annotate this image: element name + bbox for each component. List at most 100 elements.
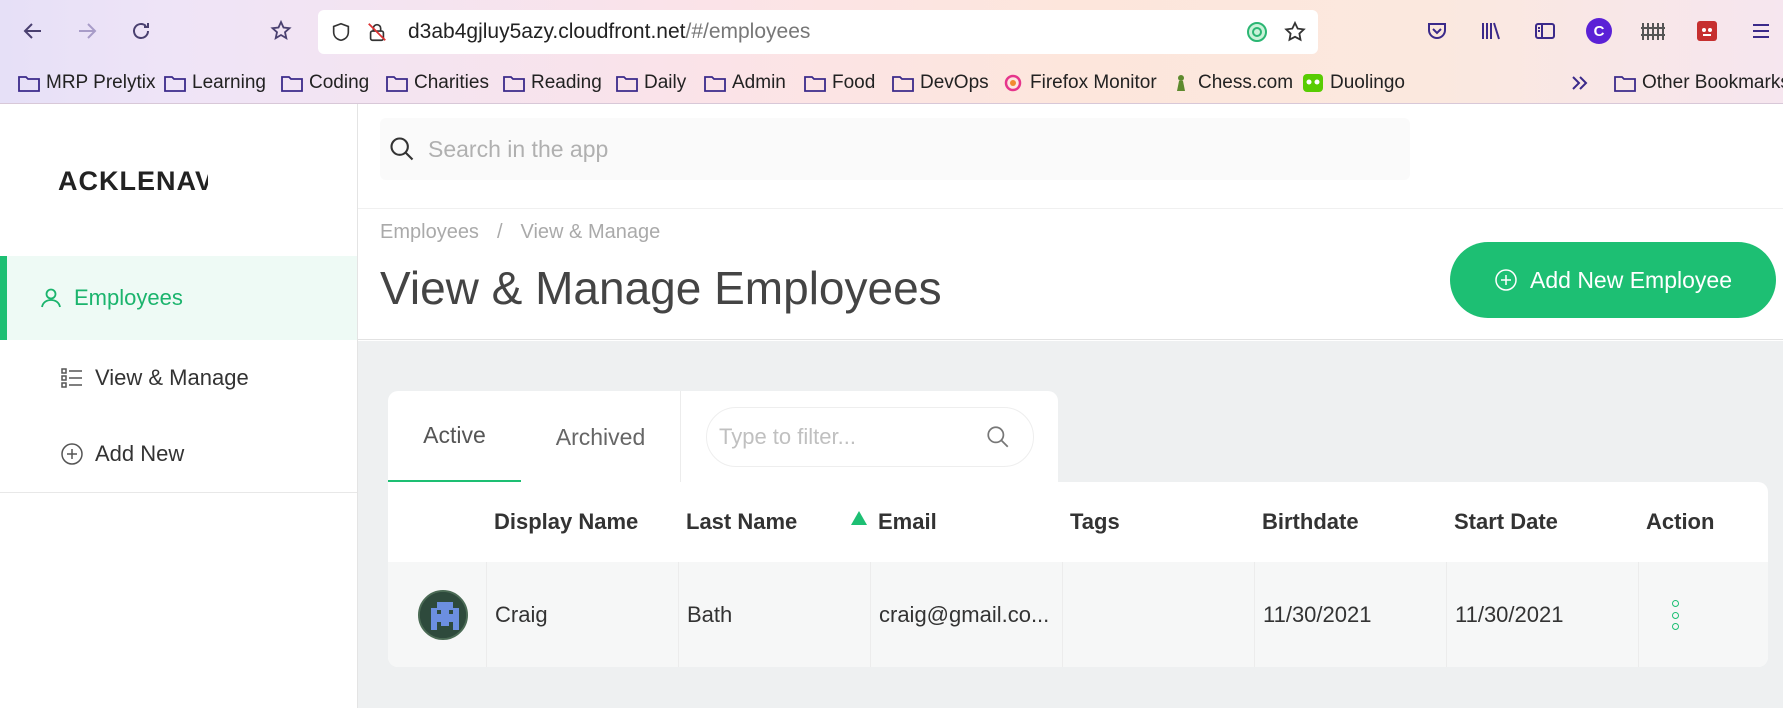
sidebar-item-add-new[interactable]: Add New	[0, 412, 357, 496]
double-chevron-right-icon	[1572, 76, 1588, 90]
robot-extension-icon	[1697, 21, 1717, 41]
bookmark-coding[interactable]: Coding	[281, 66, 369, 100]
bookmark-reading[interactable]: Reading	[503, 66, 602, 100]
firefox-monitor-icon	[1004, 74, 1022, 92]
page-header: Employees / View & Manage View & Manage …	[358, 208, 1783, 340]
browser-chrome: d3ab4gjluy5azy.cloudfront.net/#/employee…	[0, 0, 1783, 104]
bookmarks-overflow-chevron[interactable]	[1570, 66, 1590, 100]
row-action-menu-icon[interactable]	[1670, 600, 1680, 630]
bookmark-food[interactable]: Food	[804, 66, 875, 100]
app-search-area	[358, 104, 1783, 208]
insecure-lock-icon[interactable]	[364, 19, 390, 45]
tabs-bar: Active Archived	[388, 391, 1058, 483]
cell-birthdate: 11/30/2021	[1254, 562, 1446, 667]
star-gear-icon	[270, 19, 292, 41]
page-title: View & Manage Employees	[380, 262, 942, 314]
sidebar-item-label: Add New	[95, 441, 185, 466]
reload-button[interactable]	[124, 14, 158, 48]
bookmark-label: Food	[832, 72, 876, 93]
bookmark-label: Duolingo	[1330, 72, 1405, 93]
pocket-button[interactable]	[1420, 14, 1454, 48]
column-email[interactable]: Email	[878, 482, 937, 562]
column-last-name[interactable]: Last Name	[686, 482, 797, 562]
bookmark-label: Reading	[531, 72, 602, 93]
folder-icon	[164, 76, 186, 92]
bookmark-label: Charities	[414, 72, 489, 93]
column-birthdate[interactable]: Birthdate	[1262, 482, 1359, 562]
bookmark-firefox-monitor[interactable]: Firefox Monitor	[1002, 66, 1157, 100]
table-header: Display Name Last Name Email Tags Birthd…	[388, 482, 1768, 562]
extension-target-icon[interactable]	[1244, 19, 1270, 45]
bookmark-admin[interactable]: Admin	[704, 66, 786, 100]
folder-icon	[386, 76, 408, 92]
filter-box	[706, 407, 1034, 467]
tab-active[interactable]: Active	[388, 391, 521, 483]
bookmark-label: Learning	[192, 72, 266, 93]
bookmark-learning[interactable]: Learning	[164, 66, 266, 100]
breadcrumb: Employees / View & Manage	[380, 221, 660, 244]
bookmark-chess[interactable]: Chess.com	[1170, 66, 1293, 100]
hamburger-icon	[1753, 24, 1769, 38]
sort-ascending-icon[interactable]	[850, 510, 868, 526]
filter-input[interactable]	[719, 424, 979, 450]
back-arrow-icon	[23, 23, 41, 39]
column-display-name[interactable]: Display Name	[494, 482, 638, 562]
reload-icon	[133, 23, 149, 39]
cell-display-name: Craig	[486, 562, 678, 667]
bookmark-label: Admin	[732, 72, 786, 93]
sidebar-item-label: Employees	[74, 285, 183, 310]
tab-divider	[680, 391, 681, 483]
extension-robot-button[interactable]	[1690, 14, 1724, 48]
extension-grid-button[interactable]	[1636, 14, 1670, 48]
library-button[interactable]	[1474, 14, 1508, 48]
sidebar-item-employees[interactable]: Employees	[0, 256, 357, 340]
bookmark-label: DevOps	[920, 72, 989, 93]
cell-start-date: 11/30/2021	[1446, 562, 1638, 667]
url-bar[interactable]: d3ab4gjluy5azy.cloudfront.net/#/employee…	[318, 10, 1318, 54]
sidebar-item-view-manage[interactable]: View & Manage	[0, 336, 357, 420]
bookmark-label: Daily	[644, 72, 687, 93]
forward-button[interactable]	[70, 14, 104, 48]
bookmark-mrp-prelytix[interactable]: MRP Prelytix	[18, 66, 155, 100]
bookmark-duolingo[interactable]: Duolingo	[1302, 66, 1405, 100]
table-row[interactable]: Craig Bath craig@gmail.co... 11/30/2021 …	[388, 562, 1768, 667]
bookmark-charities[interactable]: Charities	[386, 66, 489, 100]
url-host: d3ab4gjluy5azy.cloudfront.net	[408, 20, 686, 43]
column-start-date[interactable]: Start Date	[1454, 482, 1558, 562]
search-icon[interactable]	[985, 424, 1011, 450]
user-icon	[38, 285, 64, 311]
search-input[interactable]	[428, 135, 1328, 163]
bookmark-label: MRP Prelytix	[46, 72, 156, 93]
folder-icon	[892, 76, 914, 92]
back-button[interactable]	[16, 14, 50, 48]
sidebar-toggle-button[interactable]	[1528, 14, 1562, 48]
bookmark-label: Other Bookmarks	[1642, 72, 1783, 93]
column-tags[interactable]: Tags	[1070, 482, 1120, 562]
add-new-employee-button[interactable]: Add New Employee	[1450, 242, 1776, 318]
bookmark-star-icon[interactable]	[1282, 19, 1308, 45]
app-sidebar: ACKLENAV Employees View & Manage Add New	[0, 104, 358, 708]
cell-tags	[1062, 562, 1254, 667]
cell-action	[1638, 562, 1768, 667]
app-logo[interactable]: ACKLENAV	[58, 166, 208, 197]
shield-icon[interactable]	[328, 19, 354, 45]
plus-circle-icon	[1494, 268, 1518, 292]
menu-button[interactable]	[1744, 14, 1778, 48]
bookmark-label: Chess.com	[1198, 72, 1294, 93]
bookmark-devops[interactable]: DevOps	[892, 66, 989, 100]
pixel-invader-avatar-icon	[420, 592, 466, 638]
tab-archived[interactable]: Archived	[521, 391, 680, 483]
cell-last-name: Bath	[678, 562, 870, 667]
bookmark-other[interactable]: Other Bookmarks	[1614, 66, 1783, 100]
search-icon	[388, 135, 416, 163]
folder-icon	[503, 76, 525, 92]
sidebar-divider	[0, 492, 357, 493]
chess-pawn-icon	[1177, 75, 1185, 91]
plus-circle-icon	[59, 441, 85, 467]
fence-icon	[1641, 23, 1665, 40]
profile-button[interactable]: C	[1582, 14, 1616, 48]
url-text[interactable]: d3ab4gjluy5azy.cloudfront.net/#/employee…	[408, 20, 810, 44]
breadcrumb-employees[interactable]: Employees	[380, 221, 479, 244]
bookmark-daily[interactable]: Daily	[616, 66, 686, 100]
customize-toolbar-button[interactable]	[264, 14, 298, 48]
